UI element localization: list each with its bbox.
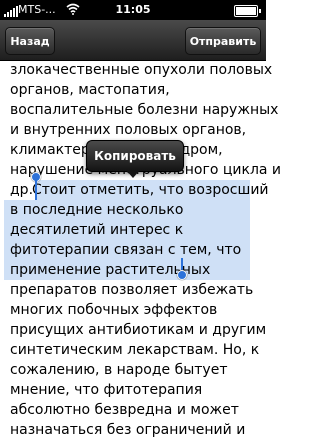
status-time: 11:05 xyxy=(115,3,151,16)
send-button[interactable]: Отправить xyxy=(185,27,261,55)
text-line: присущих антибиотикам и другим xyxy=(10,322,267,338)
text-line: многих побочных эффектов xyxy=(10,302,218,318)
text-line: Стоит отметить, что возросший xyxy=(32,182,269,198)
navigation-bar: Назад Отправить xyxy=(0,20,266,61)
text-line: органов, мастопатия, xyxy=(10,82,170,98)
text-line: назначаться без ограничений и xyxy=(10,422,246,438)
text-line: фитотерапии связан с тем, что xyxy=(10,242,242,258)
status-bar: MTS-... 11:05 xyxy=(0,0,266,20)
selection-end-handle[interactable] xyxy=(177,270,187,280)
text-line: мнение, что фитотерапия xyxy=(10,382,203,398)
copy-button[interactable]: Копировать xyxy=(86,140,184,172)
text-line: синтетическим лекарствам. Но, к xyxy=(10,342,260,358)
article-text[interactable]: злокачественные опухоли половых органов,… xyxy=(4,60,281,438)
text-line: препаратов позволяет избежать xyxy=(10,282,254,298)
text-line: сожалению, в народе бытует xyxy=(10,362,228,378)
text-line: др. xyxy=(10,182,34,198)
text-line: воспалительные болезни наружных xyxy=(10,102,279,118)
text-line: и внутренних половых органов, xyxy=(10,122,247,138)
text-line: в последние несколько xyxy=(10,202,184,218)
copy-popup-arrow xyxy=(126,170,140,178)
text-line: абсолютно безвредна и может xyxy=(10,402,239,418)
battery-icon xyxy=(234,5,261,17)
text-line: десятилетий интерес к xyxy=(10,222,184,238)
selection-start-caret xyxy=(35,180,37,200)
text-line: злокачественные опухоли половых xyxy=(10,62,273,78)
back-button[interactable]: Назад xyxy=(5,27,55,55)
